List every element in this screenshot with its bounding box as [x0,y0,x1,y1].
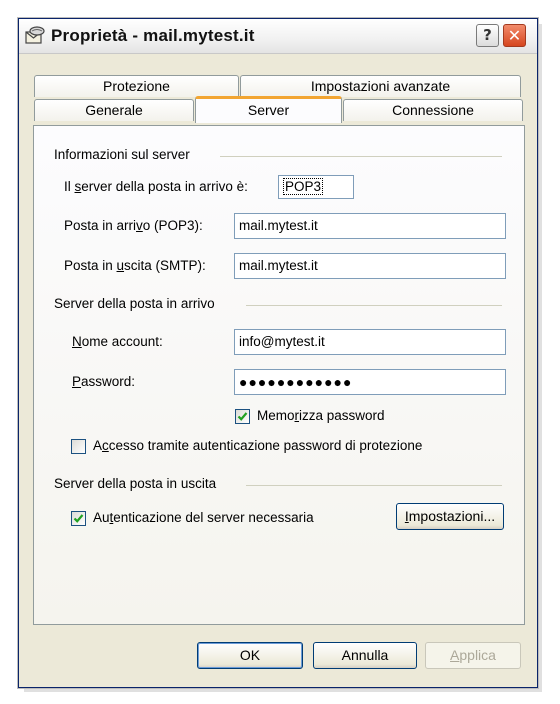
spa-label[interactable]: Accesso tramite autenticazione password … [93,438,422,453]
remember-password-checkbox[interactable] [235,409,250,424]
incoming-server-type-value: POP3 [283,178,324,195]
window-title: Proprietà - mail.mytest.it [51,26,255,45]
server-auth-label[interactable]: Autenticazione del server necessaria [93,510,314,525]
tab-protezione[interactable]: Protezione [34,75,239,97]
group-divider [220,156,502,157]
settings-button[interactable]: Impostazioni... [396,503,504,530]
incoming-server-input[interactable]: mail.mytest.it [234,213,506,239]
cancel-button[interactable]: Annulla [313,642,417,669]
outgoing-server-input[interactable]: mail.mytest.it [234,253,506,279]
group-divider [246,305,502,306]
checkmark-icon [237,412,248,421]
incoming-server-type-field[interactable]: POP3 [278,175,354,199]
apply-button[interactable]: Applica [425,642,521,669]
title-bar[interactable]: Proprietà - mail.mytest.it ? ✕ [19,19,537,54]
mail-account-icon [25,26,45,44]
group-outgoing-server-label: Server della posta in uscita [54,476,217,491]
group-server-info-label: Informazioni sul server [54,147,190,162]
account-name-label: Nome account: [72,334,163,349]
close-button[interactable]: ✕ [503,24,526,47]
remember-password-label[interactable]: Memorizza password [257,408,385,423]
properties-dialog: Proprietà - mail.mytest.it ? ✕ Protezion… [18,18,538,688]
tab-connessione[interactable]: Connessione [343,99,523,121]
server-auth-checkbox[interactable] [71,511,86,526]
incoming-server-label: Posta in arrivo (POP3): [64,218,203,233]
help-button[interactable]: ? [476,24,499,47]
password-input[interactable]: ●●●●●●●●●●●● [234,369,506,395]
checkmark-icon [73,514,84,523]
server-tab-panel: Informazioni sul server Il server della … [33,125,525,625]
tab-generale[interactable]: Generale [34,99,194,121]
account-name-input[interactable]: info@mytest.it [234,329,506,355]
group-divider [246,485,502,486]
group-incoming-server-label: Server della posta in arrivo [54,296,215,311]
password-label: Password: [72,374,136,389]
tab-impostazioni-avanzate[interactable]: Impostazioni avanzate [240,75,521,97]
tab-server[interactable]: Server [195,96,342,123]
incoming-type-label: Il server della posta in arrivo è: [64,179,248,194]
spa-checkbox[interactable] [71,439,86,454]
outgoing-server-label: Posta in uscita (SMTP): [64,258,206,273]
ok-button[interactable]: OK [197,642,303,669]
